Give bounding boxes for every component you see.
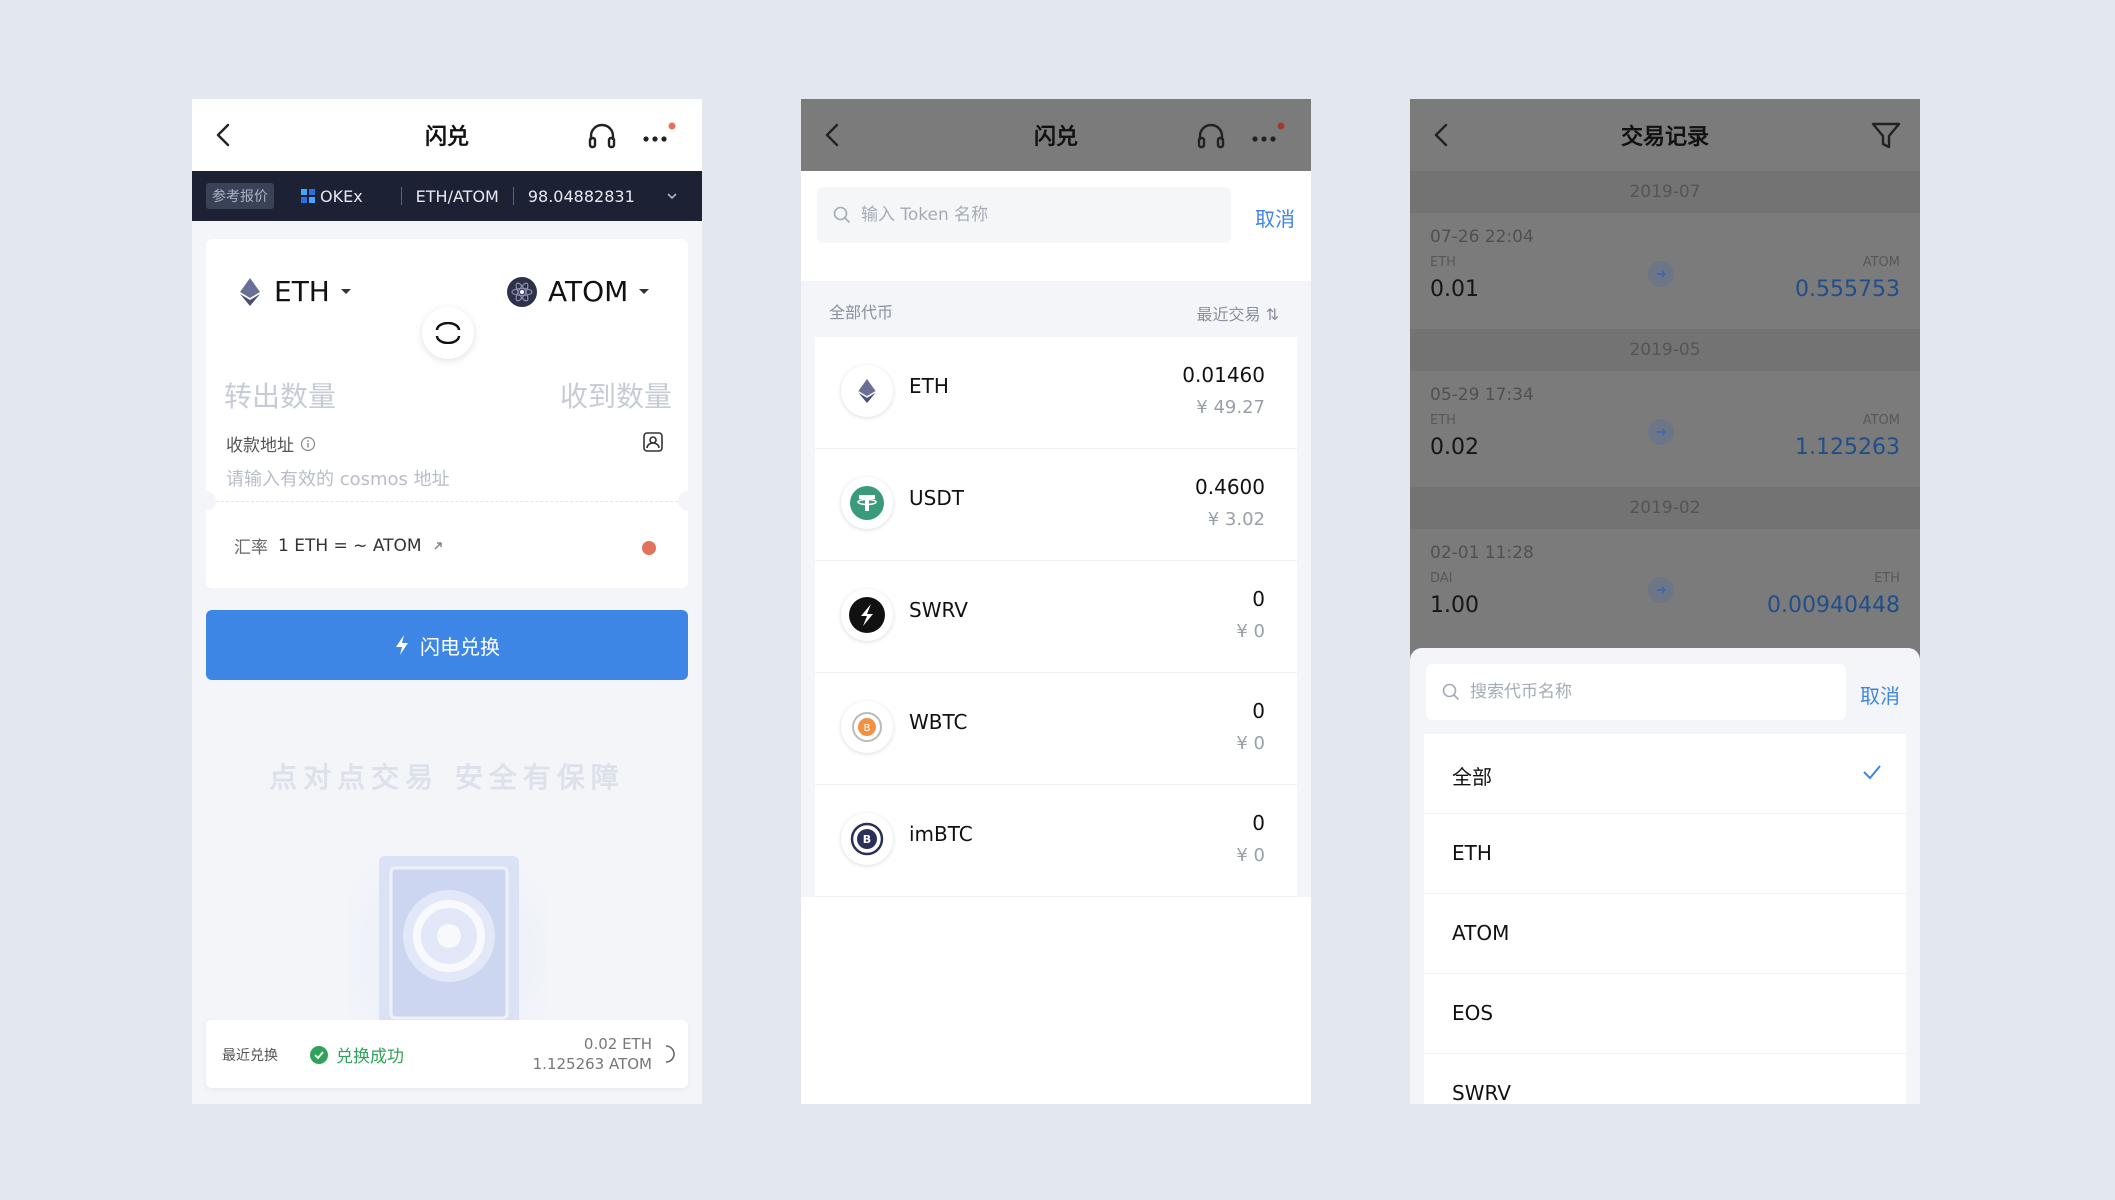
filter-option[interactable]: ETH [1424,814,1906,894]
divider [400,187,402,205]
swrv-icon [841,589,893,641]
more-icon[interactable] [1249,121,1285,153]
address-book-icon[interactable] [642,431,664,453]
token-select-screen: 闪兑 取消 全部代币 最近交易 ⇅ ETH 0.01460 ¥ 49.27 US… [801,99,1311,1104]
to-coin-selector[interactable]: ATOM [506,275,650,308]
token-search-input[interactable] [861,205,1201,225]
pair: ETH/ATOM [415,186,499,206]
address-input[interactable]: 请输入有效的 cosmos 地址 [226,465,450,491]
eth-icon [841,365,893,417]
nav-bar: 交易记录 [1410,99,1920,171]
eth-icon [240,277,260,306]
swap-status: 兑换成功 [310,1042,404,1067]
page-title: 闪兑 [424,125,469,150]
arrow-right-icon [1648,577,1674,603]
recent-swap-bar[interactable]: 最近兑换 兑换成功 0.02 ETH 1.125263 ATOM [206,1020,688,1088]
month-header: 2019-02 [1410,487,1920,529]
token-search-box[interactable] [817,187,1231,243]
token-sheet: 取消 全部代币 最近交易 ⇅ ETH 0.01460 ¥ 49.27 USDT … [801,171,1311,1104]
token-section-header: 全部代币 最近交易 ⇅ [801,281,1311,337]
svg-text:B: B [863,833,871,846]
filter-sheet: 取消 全部 ETH ATOM EOS SWRV [1410,648,1920,1104]
page-title: 闪兑 [1033,125,1078,150]
success-check-icon [310,1045,328,1064]
chevron-down-icon[interactable] [665,189,679,203]
cancel-button[interactable]: 取消 [1860,680,1900,709]
history-item[interactable]: 05-29 17:34 ETH 0.02 ATOM 1.125263 [1410,371,1920,487]
slogan: 点对点交易 安全有保障 [269,761,625,794]
token-row[interactable]: USDT 0.4600 ¥ 3.02 [815,449,1297,561]
nav-bar: 闪兑 [801,99,1311,171]
token-list: ETH 0.01460 ¥ 49.27 USDT 0.4600 ¥ 3.02 S… [815,337,1297,897]
month-header: 2019-07 [1410,171,1920,213]
reference-price-tag: 参考报价 [206,183,274,209]
filter-option[interactable]: EOS [1424,974,1906,1054]
headset-icon[interactable] [1195,121,1227,153]
history-item[interactable]: 02-01 11:28 DAI 1.00 ETH 0.00940448 [1410,529,1920,645]
headset-icon[interactable] [586,121,618,153]
swap-screen: 闪兑 参考报价 OKEx ETH/ATOM 98.04882831 ETH AT… [192,99,702,1104]
swap-card: ETH ATOM 转出数量 收到数量 收款地址 请输入有效的 cosmos 地址… [196,239,698,588]
token-row[interactable]: ETH 0.01460 ¥ 49.27 [815,337,1297,449]
receive-amount-input[interactable]: 收到数量 [560,375,672,415]
coin-filter-list: 全部 ETH ATOM EOS SWRV [1424,734,1906,1104]
arrow-right-icon [1648,419,1674,445]
sort-recent-button[interactable]: 最近交易 ⇅ [1197,301,1280,325]
history-screen: 交易记录 2019-07 07-26 22:04 ETH 0.01 ATOM 0… [1410,99,1920,1104]
more-icon[interactable] [640,121,676,153]
usdt-icon [841,477,893,529]
checkmark-icon [1863,765,1881,780]
history-item[interactable]: 07-26 22:04 ETH 0.01 ATOM 0.555753 [1410,213,1920,329]
atom-icon [507,276,537,307]
imbtc-icon: B [841,813,893,865]
caret-down-icon [639,288,650,294]
status-dot [642,541,656,555]
exchange-rate: 汇率 1 ETH = ~ ATOM [234,533,444,558]
token-row[interactable]: SWRV 0 ¥ 0 [815,561,1297,673]
svg-text:B: B [864,723,871,734]
ticket-notch [196,491,216,511]
token-row[interactable]: B imBTC 0 ¥ 0 [815,785,1297,897]
search-icon [833,206,851,224]
loading-arc-icon [665,1045,675,1063]
divider [512,187,514,205]
filter-option[interactable]: SWRV [1424,1054,1906,1104]
exchange-name: OKEx [300,187,363,206]
price-ticker[interactable]: 参考报价 OKEx ETH/ATOM 98.04882831 [192,171,702,221]
external-link-icon[interactable] [432,540,444,552]
filter-option[interactable]: ATOM [1424,894,1906,974]
coin-search-box[interactable] [1426,664,1846,720]
from-coin-selector[interactable]: ETH [236,275,352,308]
cancel-button[interactable]: 取消 [1255,203,1295,232]
swap-icon [435,322,461,344]
filter-icon[interactable] [1870,121,1902,151]
caret-down-icon [340,288,351,294]
coin-search-input[interactable] [1470,682,1810,702]
back-icon[interactable] [210,121,238,149]
flash-swap-button[interactable]: 闪电兑换 [206,610,688,680]
lightning-icon [396,635,408,655]
okex-logo-icon [301,189,315,203]
ticket-notch [678,491,698,511]
nav-bar: 闪兑 [192,99,702,171]
month-header: 2019-05 [1410,329,1920,371]
price: 98.04882831 [527,186,635,206]
info-icon[interactable] [300,436,316,452]
filter-option[interactable]: 全部 [1424,734,1906,814]
recent-amounts: 0.02 ETH 1.125263 ATOM [532,1035,652,1073]
address-label: 收款地址 [226,431,316,456]
back-icon[interactable] [819,121,847,149]
token-row[interactable]: B WBTC 0 ¥ 0 [815,673,1297,785]
arrow-right-icon [1648,261,1674,287]
page-title: 交易记录 [1620,125,1709,150]
back-icon[interactable] [1428,121,1456,149]
wbtc-icon: B [841,701,893,753]
send-amount-input[interactable]: 转出数量 [224,375,336,415]
search-icon [1442,683,1460,701]
divider [206,501,688,502]
swap-direction-button[interactable] [422,307,474,359]
